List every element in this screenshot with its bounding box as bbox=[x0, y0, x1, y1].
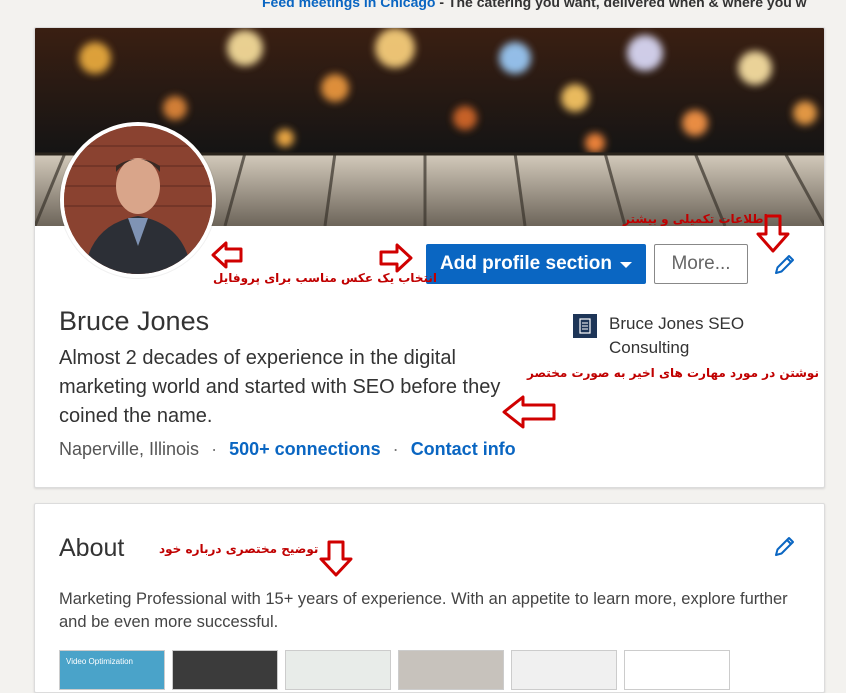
red-arrow-left-icon bbox=[211, 241, 243, 269]
ad-text: The catering you want, delivered when & … bbox=[447, 0, 807, 10]
annotation-headline: نوشتن در مورد مهارت های اخیر به صورت مخت… bbox=[527, 366, 819, 380]
red-arrow-right-icon bbox=[379, 243, 413, 273]
red-arrow-left-large-icon bbox=[502, 395, 556, 429]
more-button[interactable]: More... bbox=[654, 244, 748, 284]
media-thumbnails: Video Optimization bbox=[59, 650, 730, 690]
pencil-icon-about[interactable] bbox=[773, 534, 797, 558]
company-logo-icon bbox=[579, 318, 591, 334]
caret-down-icon bbox=[620, 262, 633, 268]
annotation-more-info: اطلاعات تکمیلی و بیشتر bbox=[623, 212, 768, 226]
ad-link[interactable]: Feed meetings in Chicago bbox=[262, 0, 435, 10]
about-text: Marketing Professional with 15+ years of… bbox=[59, 590, 788, 631]
about-card: About توضیح مختصری درباره خود Marketing … bbox=[34, 503, 825, 693]
pencil-icon[interactable] bbox=[773, 252, 797, 276]
current-company[interactable]: Bruce Jones SEO Consulting bbox=[573, 312, 769, 360]
red-arrow-down-about-icon bbox=[319, 540, 353, 577]
media-thumbnail[interactable] bbox=[398, 650, 504, 690]
connections-link[interactable]: 500+ connections bbox=[229, 439, 381, 459]
contact-info-link[interactable]: Contact info bbox=[411, 439, 516, 459]
profile-name: Bruce Jones bbox=[59, 306, 210, 336]
avatar-image bbox=[64, 126, 212, 274]
media-thumbnail[interactable] bbox=[172, 650, 278, 690]
media-thumbnail[interactable] bbox=[285, 650, 391, 690]
profile-headline: Almost 2 decades of experience in the di… bbox=[59, 347, 501, 427]
add-profile-section-button[interactable]: Add profile section bbox=[426, 244, 646, 284]
about-title: About bbox=[59, 534, 125, 562]
media-thumbnail[interactable] bbox=[511, 650, 617, 690]
company-logo bbox=[573, 314, 597, 338]
ad-separator: - bbox=[435, 0, 448, 10]
meta-separator: · bbox=[211, 439, 218, 459]
add-profile-section-label: Add profile section bbox=[439, 253, 613, 274]
location: Naperville, Illinois bbox=[59, 439, 200, 459]
thumbnail-label: Video Optimization bbox=[66, 657, 133, 666]
profile-photo[interactable] bbox=[60, 122, 216, 278]
meta-separator-2: · bbox=[392, 439, 399, 459]
media-thumbnail[interactable] bbox=[624, 650, 730, 690]
media-thumbnail[interactable]: Video Optimization bbox=[59, 650, 165, 690]
profile-meta: Naperville, Illinois · 500+ connections … bbox=[59, 439, 516, 460]
ad-banner: Feed meetings in Chicago - The catering … bbox=[262, 0, 807, 10]
red-arrow-down-icon bbox=[756, 214, 790, 253]
annotation-about: توضیح مختصری درباره خود bbox=[159, 542, 319, 556]
company-name: Bruce Jones SEO Consulting bbox=[609, 314, 745, 357]
profile-card: Add profile section More... Bruce Jones … bbox=[34, 27, 825, 488]
